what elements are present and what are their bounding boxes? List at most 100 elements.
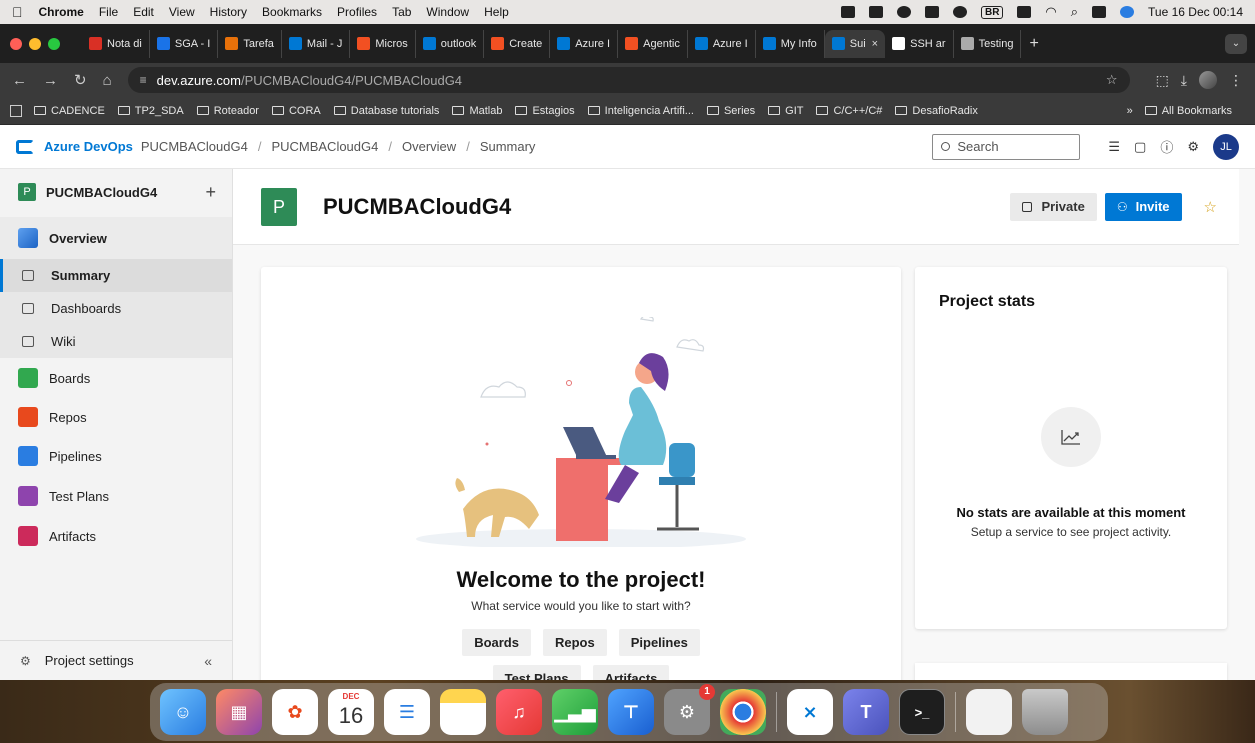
site-info-icon[interactable]: ≡ bbox=[140, 73, 147, 87]
browser-tab[interactable]: SSH ar bbox=[885, 29, 954, 58]
menu-file[interactable]: File bbox=[99, 5, 118, 19]
browser-tab[interactable]: My Info bbox=[756, 29, 825, 58]
all-bookmarks[interactable]: All Bookmarks bbox=[1144, 105, 1232, 117]
breadcrumb-summary[interactable]: Summary bbox=[480, 139, 536, 154]
menu-edit[interactable]: Edit bbox=[133, 5, 154, 19]
help-icon[interactable]: ⓘ bbox=[1160, 137, 1173, 156]
bookmark-star-icon[interactable]: ☆ bbox=[1106, 72, 1118, 88]
battery-icon[interactable] bbox=[1017, 6, 1032, 18]
printer-icon[interactable] bbox=[924, 6, 939, 18]
teams-icon[interactable]: T bbox=[843, 689, 889, 735]
photos-icon[interactable]: ✿ bbox=[272, 689, 318, 735]
sidebar-item-repos[interactable]: Repos bbox=[0, 398, 232, 436]
document-preview-icon[interactable] bbox=[966, 689, 1012, 735]
numbers-icon[interactable]: ▁▃▅ bbox=[552, 689, 598, 735]
forward-arrow-icon[interactable]: → bbox=[43, 72, 58, 89]
bookmark-folder[interactable]: CADENCE bbox=[34, 105, 105, 117]
breadcrumb-project[interactable]: PUCMBACloudG4 bbox=[271, 139, 378, 154]
invite-button[interactable]: ⚇ Invite bbox=[1104, 192, 1182, 221]
apple-menu-icon[interactable]:  bbox=[12, 4, 23, 20]
menu-app-name[interactable]: Chrome bbox=[39, 5, 84, 19]
sidebar-item-wiki[interactable]: Wiki bbox=[0, 325, 232, 358]
marketplace-bag-icon[interactable]: ▢ bbox=[1134, 139, 1146, 155]
input-language[interactable]: BR bbox=[980, 5, 1004, 19]
status-app-icon[interactable] bbox=[840, 6, 855, 18]
start-repos-button[interactable]: Repos bbox=[542, 629, 607, 656]
start-pipelines-button[interactable]: Pipelines bbox=[618, 629, 700, 656]
azure-devops-logo-icon[interactable] bbox=[16, 139, 34, 154]
menu-window[interactable]: Window bbox=[426, 5, 469, 19]
browser-tab[interactable]: SGA - I bbox=[150, 29, 219, 58]
browser-tab[interactable]: Micros bbox=[350, 29, 416, 58]
keynote-icon[interactable]: ⊤ bbox=[608, 689, 654, 735]
sidebar-item-test-plans[interactable]: Test Plans bbox=[0, 476, 232, 516]
back-arrow-icon[interactable]: ← bbox=[12, 72, 27, 89]
trash-icon[interactable] bbox=[1022, 689, 1068, 735]
reminders-icon[interactable]: ☰ bbox=[384, 689, 430, 735]
private-button[interactable]: Private bbox=[1010, 192, 1097, 221]
browser-tab[interactable]: Testing bbox=[954, 29, 1022, 58]
sidebar-item-artifacts[interactable]: Artifacts bbox=[0, 516, 232, 556]
reload-icon[interactable]: ↻ bbox=[74, 71, 87, 89]
browser-tab[interactable]: Agentic bbox=[618, 29, 688, 58]
download-icon[interactable]: ⤓ bbox=[1181, 72, 1187, 89]
more-menu-icon[interactable]: ⋮ bbox=[1229, 72, 1243, 89]
menu-bookmarks[interactable]: Bookmarks bbox=[262, 5, 322, 19]
finder-icon[interactable]: ☺ bbox=[160, 689, 206, 735]
bookmark-folder[interactable]: CORA bbox=[271, 105, 321, 117]
sidebar-item-overview[interactable]: Overview bbox=[0, 217, 232, 259]
project-settings-link[interactable]: ⚙ Project settings « bbox=[0, 640, 232, 680]
browser-tab[interactable]: outlook bbox=[416, 29, 485, 58]
browser-tab[interactable]: Sui × bbox=[824, 29, 886, 58]
start-boards-button[interactable]: Boards bbox=[462, 629, 531, 656]
user-avatar[interactable]: JL bbox=[1213, 133, 1239, 160]
breadcrumb-org[interactable]: PUCMBACloudG4 bbox=[141, 139, 248, 154]
calendar-icon[interactable]: DEC 16 bbox=[328, 689, 374, 735]
bookmark-folder[interactable]: TP2_SDA bbox=[117, 105, 184, 117]
add-icon[interactable]: + bbox=[205, 182, 216, 203]
breadcrumb-overview[interactable]: Overview bbox=[402, 139, 456, 154]
bookmarks-overflow[interactable]: » bbox=[1127, 105, 1133, 117]
extensions-icon[interactable]: ⬚ bbox=[1156, 72, 1169, 89]
menu-profiles[interactable]: Profiles bbox=[337, 5, 377, 19]
menu-view[interactable]: View bbox=[169, 5, 195, 19]
music-icon[interactable]: ♫ bbox=[496, 689, 542, 735]
wifi-icon[interactable]: ◠ bbox=[1045, 4, 1056, 20]
vscode-icon[interactable]: ⨯ bbox=[787, 689, 833, 735]
sidebar-item-pipelines[interactable]: Pipelines bbox=[0, 436, 232, 476]
browser-tab[interactable]: Mail - J bbox=[282, 29, 351, 58]
siri-icon[interactable] bbox=[1120, 6, 1135, 18]
bookmark-folder[interactable]: Database tutorials bbox=[333, 105, 439, 117]
sidebar-item-summary[interactable]: Summary bbox=[0, 259, 232, 292]
terminal-icon[interactable]: >_ bbox=[899, 689, 945, 735]
sidebar-item-dashboards[interactable]: Dashboards bbox=[0, 292, 232, 325]
brand-link[interactable]: Azure DevOps bbox=[44, 139, 133, 154]
browser-tab[interactable]: Azure I bbox=[688, 29, 756, 58]
apps-grid-icon[interactable] bbox=[10, 104, 22, 117]
bookmark-folder[interactable]: Inteligencia Artifi... bbox=[587, 105, 694, 117]
browser-tab[interactable]: Nota di bbox=[82, 29, 150, 58]
tab-search-chevron-icon[interactable]: ⌄ bbox=[1225, 33, 1247, 54]
notes-icon[interactable] bbox=[440, 689, 486, 735]
bookmark-folder[interactable]: Roteador bbox=[196, 105, 259, 117]
browser-tab[interactable]: Tarefa bbox=[218, 29, 282, 58]
sidebar-item-boards[interactable]: Boards bbox=[0, 358, 232, 398]
new-tab-button[interactable]: + bbox=[1029, 35, 1038, 53]
menu-tab[interactable]: Tab bbox=[392, 5, 411, 19]
user-settings-icon[interactable]: ⚙ bbox=[1187, 139, 1199, 155]
chrome-icon[interactable] bbox=[720, 689, 766, 735]
bookmark-folder[interactable]: Estagios bbox=[515, 105, 575, 117]
close-window-icon[interactable] bbox=[10, 37, 22, 50]
bookmark-folder[interactable]: DesafioRadix bbox=[895, 105, 978, 117]
spotlight-icon[interactable]: ⌕ bbox=[1071, 4, 1078, 20]
bookmark-folder[interactable]: Series bbox=[706, 105, 755, 117]
menu-help[interactable]: Help bbox=[484, 5, 509, 19]
bookmark-folder[interactable]: Matlab bbox=[452, 105, 502, 117]
play-icon[interactable] bbox=[952, 6, 967, 18]
maximize-window-icon[interactable] bbox=[48, 37, 60, 50]
minimize-window-icon[interactable] bbox=[29, 37, 41, 50]
teams-status-icon[interactable] bbox=[868, 6, 883, 18]
browser-tab[interactable]: Create bbox=[484, 29, 551, 58]
browser-tab[interactable]: Azure I bbox=[550, 29, 619, 58]
address-bar[interactable]: ≡ dev.azure.com /PUCMBACloudG4/PUCMBAClo… bbox=[127, 67, 1130, 93]
